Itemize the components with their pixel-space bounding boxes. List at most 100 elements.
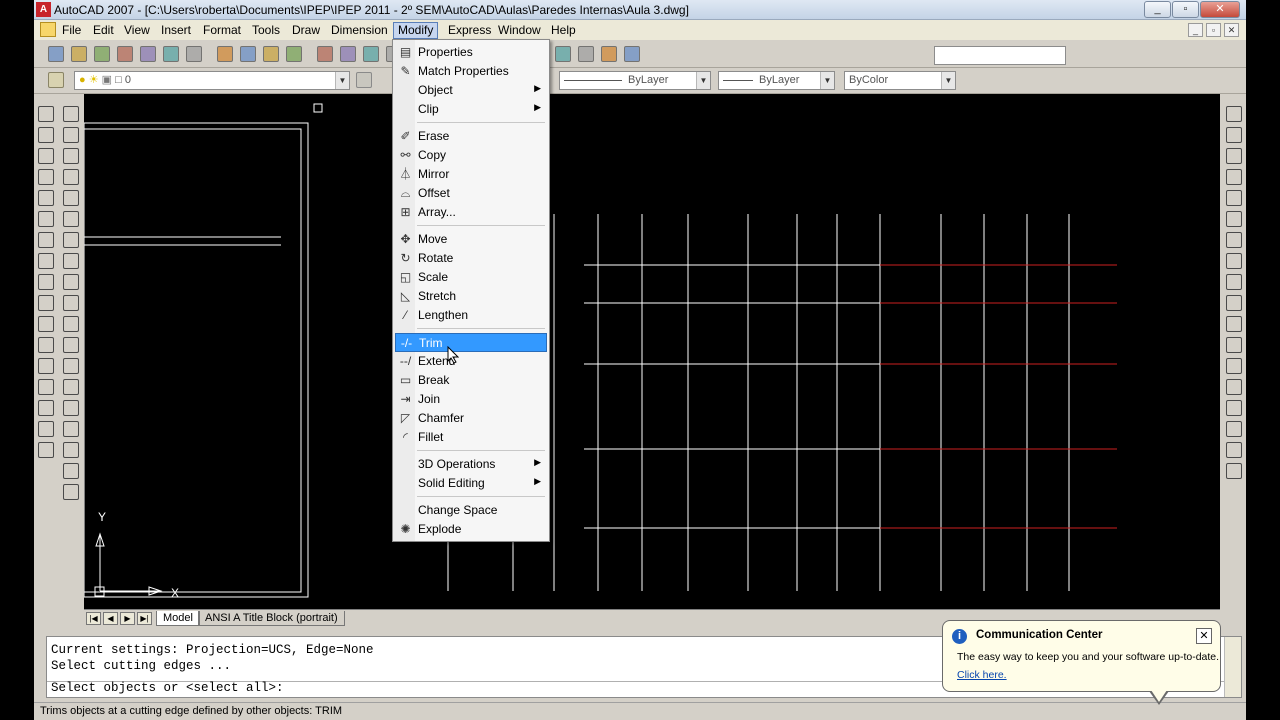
menu-item-rotate[interactable]: ↻ Rotate [395, 249, 547, 268]
dim-update-icon[interactable] [1226, 442, 1242, 458]
region-icon[interactable] [63, 442, 79, 458]
move-icon[interactable] [38, 211, 54, 227]
close-button[interactable]: ✕ [1200, 1, 1240, 18]
open-icon[interactable] [71, 46, 87, 62]
point-icon[interactable] [63, 379, 79, 395]
ellipse-icon[interactable] [63, 295, 79, 311]
markup-icon[interactable] [578, 46, 594, 62]
menu-item-array[interactable]: ⊞ Array... [395, 203, 547, 222]
command-scrollbar[interactable] [1224, 637, 1241, 697]
balloon-link[interactable]: Click here. [957, 669, 1007, 681]
dim-text-edit-icon[interactable] [1226, 421, 1242, 437]
array-icon[interactable] [38, 190, 54, 206]
table-icon[interactable] [63, 463, 79, 479]
last-tab-button[interactable]: ▶| [137, 612, 152, 625]
menu-item-join[interactable]: ⇥ Join [395, 390, 547, 409]
menu-item-solid-editing[interactable]: Solid Editing ▶ [395, 474, 547, 493]
plotstyle-dropdown[interactable]: ByColor ▼ [844, 71, 956, 90]
undo-icon[interactable] [340, 46, 356, 62]
menu-item-lengthen[interactable]: ⁄ Lengthen [395, 306, 547, 325]
plot-icon[interactable] [117, 46, 133, 62]
fillet-icon[interactable] [38, 421, 54, 437]
next-tab-button[interactable]: ▶ [120, 612, 135, 625]
gradient-icon[interactable] [63, 421, 79, 437]
make-layer-current-icon[interactable] [356, 72, 372, 88]
erase-icon[interactable] [38, 106, 54, 122]
circle-icon[interactable] [63, 232, 79, 248]
ellipse-arc-icon[interactable] [63, 316, 79, 332]
menu-item-3d-operations[interactable]: 3D Operations ▶ [395, 455, 547, 474]
first-tab-button[interactable]: |◀ [86, 612, 101, 625]
insert-block-icon[interactable] [63, 337, 79, 353]
layer-dropdown[interactable]: ● ☀ ▣ □ 0 ▼ [74, 71, 350, 90]
line-icon[interactable] [63, 106, 79, 122]
menu-item-break[interactable]: ▭ Break [395, 371, 547, 390]
menu-insert[interactable]: Insert [157, 22, 195, 39]
menu-tools[interactable]: Tools [248, 22, 284, 39]
ordinate-icon[interactable] [1226, 169, 1242, 185]
dim-style-icon[interactable] [1226, 463, 1242, 479]
paste-icon[interactable] [263, 46, 279, 62]
menu-item-move[interactable]: ✥ Move [395, 230, 547, 249]
command-prompt[interactable]: Select objects or <select all>: [51, 681, 284, 695]
minimize-button[interactable]: _ [1144, 1, 1171, 18]
trim-icon[interactable] [38, 295, 54, 311]
stretch-icon[interactable] [38, 274, 54, 290]
menu-item-scale[interactable]: ◱ Scale [395, 268, 547, 287]
hatch-icon[interactable] [63, 400, 79, 416]
offset-icon[interactable] [38, 169, 54, 185]
rotate-icon[interactable] [38, 232, 54, 248]
dim-edit-icon[interactable] [1226, 400, 1242, 416]
menu-item-clip[interactable]: Clip ▶ [395, 100, 547, 119]
menu-item-offset[interactable]: ⌓ Offset [395, 184, 547, 203]
copy-clip-icon[interactable] [240, 46, 256, 62]
chevron-down-icon[interactable]: ▼ [820, 72, 834, 89]
match-prop-icon[interactable] [286, 46, 302, 62]
menu-help[interactable]: Help [547, 22, 580, 39]
chevron-down-icon[interactable]: ▼ [941, 72, 955, 89]
baseline-icon[interactable] [1226, 295, 1242, 311]
menu-express[interactable]: Express [444, 22, 495, 39]
drawing-area[interactable]: Y X [84, 94, 1220, 609]
menu-item-erase[interactable]: ✐ Erase [395, 127, 547, 146]
maximize-button[interactable]: ▫ [1172, 1, 1199, 18]
multiline-text-icon[interactable] [63, 484, 79, 500]
linetype-dropdown[interactable]: ByLayer ▼ [559, 71, 711, 90]
menu-format[interactable]: Format [199, 22, 245, 39]
menu-view[interactable]: View [120, 22, 154, 39]
jogged-icon[interactable] [1226, 211, 1242, 227]
block-editor-icon[interactable] [317, 46, 333, 62]
polyline-icon[interactable] [63, 148, 79, 164]
title-bar[interactable]: A AutoCAD 2007 - [C:\Users\roberta\Docum… [34, 0, 1246, 20]
document-icon[interactable] [40, 22, 56, 37]
menu-file[interactable]: File [58, 22, 85, 39]
polygon-icon[interactable] [63, 169, 79, 185]
publish-icon[interactable] [163, 46, 179, 62]
3d-dwf-icon[interactable] [186, 46, 202, 62]
plot-preview-icon[interactable] [140, 46, 156, 62]
balloon-close-button[interactable]: ✕ [1196, 628, 1212, 644]
copy-icon[interactable] [38, 127, 54, 143]
lineweight-dropdown[interactable]: ByLayer ▼ [718, 71, 835, 90]
menu-window[interactable]: Window [494, 22, 545, 39]
cut-icon[interactable] [217, 46, 233, 62]
diameter-icon[interactable] [1226, 232, 1242, 248]
center-mark-icon[interactable] [1226, 379, 1242, 395]
menu-item-copy[interactable]: ⚯ Copy [395, 146, 547, 165]
menu-item-fillet[interactable]: ◜ Fillet [395, 428, 547, 447]
help-icon[interactable] [624, 46, 640, 62]
construction-line-icon[interactable] [63, 127, 79, 143]
menu-edit[interactable]: Edit [89, 22, 118, 39]
extend-icon[interactable] [38, 316, 54, 332]
menu-item-stretch[interactable]: ◺ Stretch [395, 287, 547, 306]
arc-length-icon[interactable] [1226, 148, 1242, 164]
tab-ansi-a-title-block[interactable]: ANSI A Title Block (portrait) [198, 611, 345, 626]
menu-draw[interactable]: Draw [288, 22, 324, 39]
break-at-point-icon[interactable] [38, 337, 54, 353]
join-icon[interactable] [38, 379, 54, 395]
redo-icon[interactable] [363, 46, 379, 62]
radius-icon[interactable] [1226, 190, 1242, 206]
tolerance-icon[interactable] [1226, 358, 1242, 374]
menu-item-match-properties[interactable]: ✎ Match Properties [395, 62, 547, 81]
explode-icon[interactable] [38, 442, 54, 458]
